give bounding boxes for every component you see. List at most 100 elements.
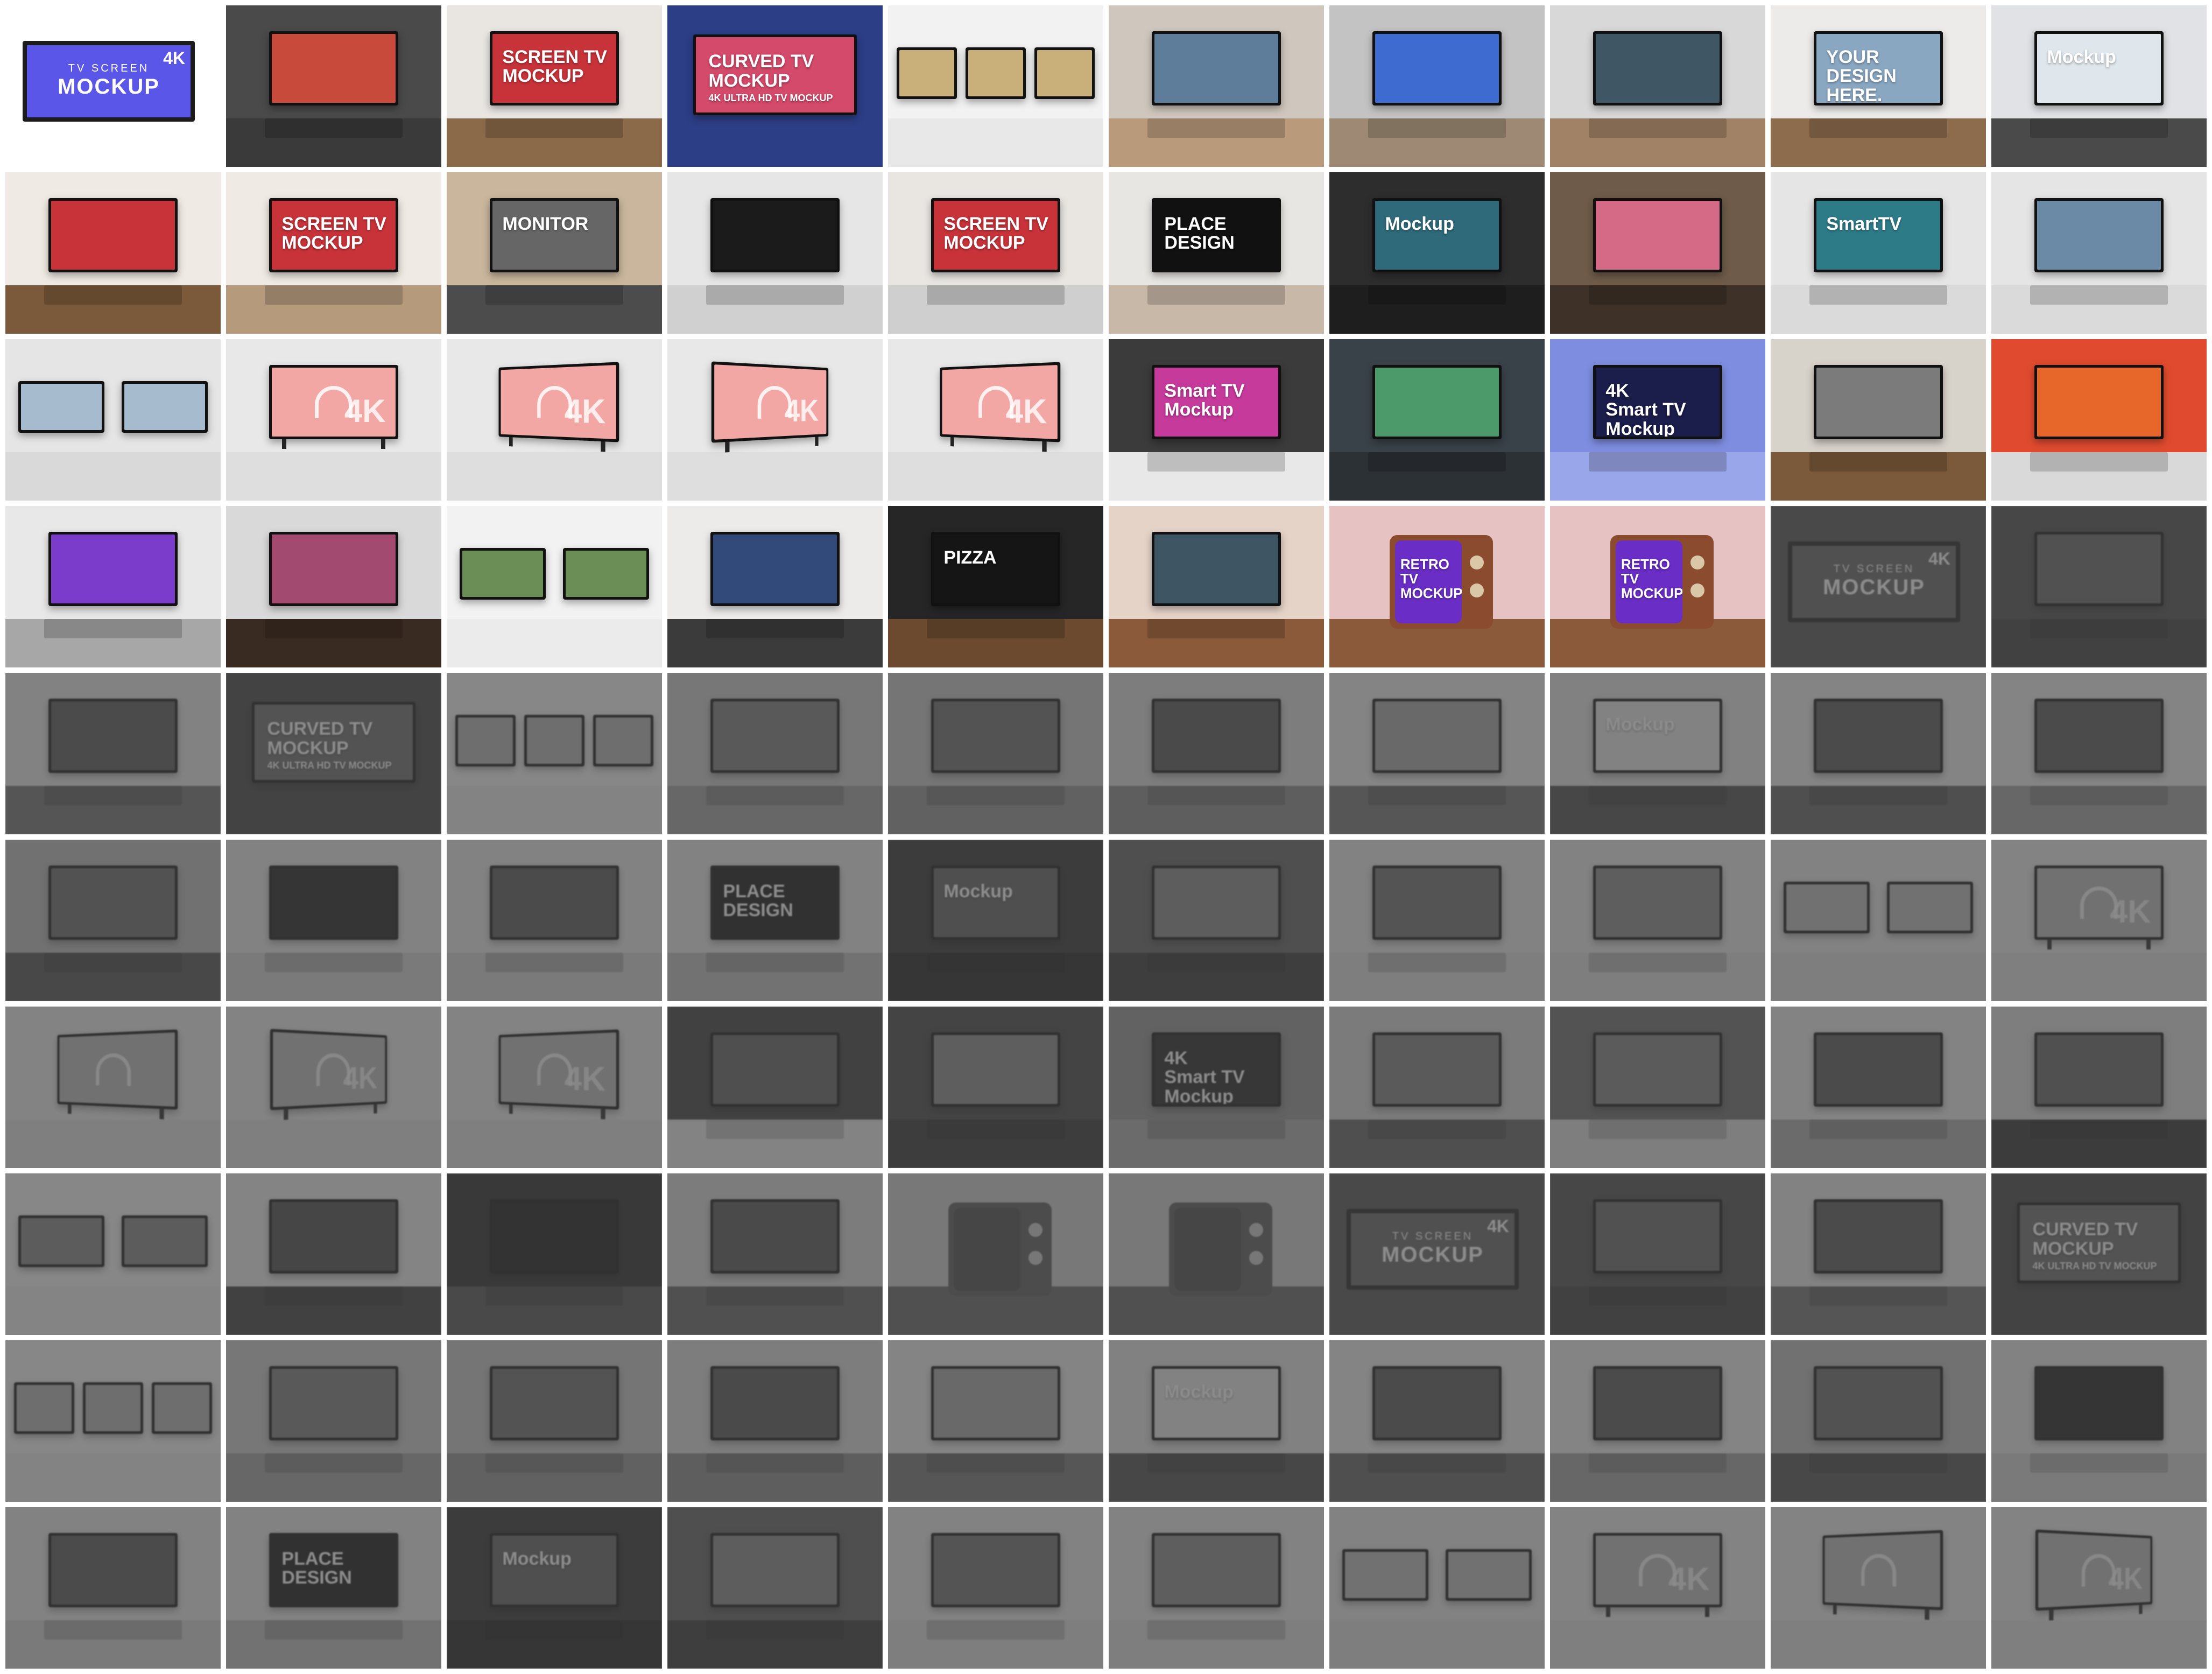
mockup-thumbnail[interactable] (667, 1007, 883, 1168)
mockup-thumbnail[interactable]: 4K (667, 339, 883, 501)
mockup-thumbnail[interactable]: CURVED TV MOCKUP4K ULTRA HD TV MOCKUP (1991, 1173, 2207, 1335)
mockup-thumbnail[interactable] (1991, 506, 2207, 667)
mockup-thumbnail[interactable] (1329, 5, 1545, 167)
mockup-thumbnail[interactable] (1329, 1507, 1545, 1669)
mockup-thumbnail[interactable] (1771, 339, 1986, 501)
mockup-thumbnail[interactable]: 4K (888, 339, 1103, 501)
mockup-thumbnail[interactable] (1550, 1173, 1765, 1335)
mockup-thumbnail[interactable] (5, 1507, 221, 1669)
mockup-thumbnail[interactable]: SCREEN TV MOCKUP (888, 172, 1103, 334)
mockup-thumbnail[interactable] (1991, 172, 2207, 334)
mockup-thumbnail[interactable] (1550, 172, 1765, 334)
mockup-thumbnail[interactable]: CURVED TV MOCKUP4K ULTRA HD TV MOCKUP (667, 5, 883, 167)
mockup-thumbnail[interactable] (1109, 840, 1324, 1001)
mockup-thumbnail[interactable] (888, 1007, 1103, 1168)
mockup-thumbnail[interactable]: RETRO TV MOCKUP (1329, 506, 1545, 667)
mockup-thumbnail[interactable] (5, 506, 221, 667)
mockup-thumbnail[interactable]: SCREEN TV MOCKUP (447, 5, 662, 167)
mockup-thumbnail[interactable] (226, 840, 441, 1001)
mockup-thumbnail[interactable] (5, 1007, 221, 1168)
mockup-thumbnail[interactable] (888, 1173, 1103, 1335)
mockup-thumbnail[interactable] (888, 1507, 1103, 1669)
mockup-thumbnail[interactable]: 4K Smart TV Mockup (1550, 339, 1765, 501)
mockup-thumbnail[interactable] (1329, 1340, 1545, 1502)
mockup-thumbnail[interactable] (667, 172, 883, 334)
mockup-thumbnail[interactable]: Mockup (447, 1507, 662, 1669)
mockup-thumbnail[interactable]: 4K (1991, 840, 2207, 1001)
mockup-thumbnail[interactable]: Mockup (888, 840, 1103, 1001)
mockup-thumbnail[interactable] (1991, 1340, 2207, 1502)
mockup-thumbnail[interactable]: PLACE DESIGN (226, 1507, 441, 1669)
mockup-thumbnail[interactable]: 4K (226, 339, 441, 501)
mockup-thumbnail[interactable] (5, 840, 221, 1001)
mockup-thumbnail[interactable] (888, 1340, 1103, 1502)
mockup-thumbnail[interactable]: 4K Smart TV Mockup (1109, 1007, 1324, 1168)
mockup-thumbnail[interactable] (1109, 1507, 1324, 1669)
mockup-thumbnail[interactable] (226, 1173, 441, 1335)
mockup-thumbnail[interactable] (1109, 5, 1324, 167)
mockup-thumbnail[interactable]: Mockup (1109, 1340, 1324, 1502)
mockup-thumbnail[interactable]: SmartTV (1771, 172, 1986, 334)
mockup-thumbnail[interactable] (1109, 1173, 1324, 1335)
mockup-thumbnail[interactable]: MONITOR (447, 172, 662, 334)
mockup-thumbnail[interactable] (667, 1507, 883, 1669)
mockup-thumbnail[interactable] (888, 5, 1103, 167)
mockup-thumbnail[interactable] (226, 1340, 441, 1502)
mockup-thumbnail[interactable] (1550, 1340, 1765, 1502)
mockup-thumbnail[interactable] (1991, 1007, 2207, 1168)
mockup-thumbnail[interactable] (447, 1340, 662, 1502)
mockup-thumbnail[interactable] (1771, 1340, 1986, 1502)
mockup-thumbnail[interactable]: 4K (447, 339, 662, 501)
mockup-thumbnail[interactable] (1991, 673, 2207, 834)
mockup-thumbnail[interactable] (5, 1340, 221, 1502)
mockup-thumbnail[interactable] (888, 673, 1103, 834)
mockup-thumbnail[interactable] (226, 506, 441, 667)
mockup-thumbnail[interactable] (1771, 840, 1986, 1001)
mockup-thumbnail[interactable] (667, 506, 883, 667)
mockup-thumbnail[interactable] (1771, 673, 1986, 834)
mockup-thumbnail[interactable]: Mockup (1329, 172, 1545, 334)
mockup-thumbnail[interactable]: CURVED TV MOCKUP4K ULTRA HD TV MOCKUP (226, 673, 441, 834)
mockup-thumbnail[interactable] (667, 673, 883, 834)
mockup-thumbnail[interactable] (447, 506, 662, 667)
mockup-thumbnail[interactable] (1550, 1007, 1765, 1168)
mockup-thumbnail[interactable] (1329, 339, 1545, 501)
mockup-thumbnail[interactable]: YOUR DESIGN HERE. (1771, 5, 1986, 167)
mockup-thumbnail[interactable] (667, 1173, 883, 1335)
mockup-thumbnail[interactable]: 4KTV SCREENMOCKUP (1329, 1173, 1545, 1335)
mockup-thumbnail[interactable] (1109, 506, 1324, 667)
mockup-thumbnail[interactable]: PLACE DESIGN (1109, 172, 1324, 334)
mockup-thumbnail[interactable] (447, 673, 662, 834)
mockup-thumbnail[interactable] (667, 1340, 883, 1502)
mockup-thumbnail[interactable] (226, 5, 441, 167)
mockup-thumbnail[interactable] (1771, 1007, 1986, 1168)
mockup-thumbnail[interactable]: Mockup (1550, 673, 1765, 834)
mockup-thumbnail[interactable]: RETRO TV MOCKUP (1550, 506, 1765, 667)
mockup-thumbnail[interactable] (1771, 1173, 1986, 1335)
mockup-thumbnail[interactable]: 4K (447, 1007, 662, 1168)
mockup-thumbnail[interactable] (1550, 840, 1765, 1001)
mockup-thumbnail[interactable] (5, 172, 221, 334)
mockup-thumbnail[interactable] (1329, 673, 1545, 834)
mockup-thumbnail[interactable]: PLACE DESIGN (667, 840, 883, 1001)
mockup-thumbnail[interactable] (5, 1173, 221, 1335)
mockup-thumbnail[interactable]: 4KTV SCREENMOCKUP (5, 5, 221, 167)
mockup-thumbnail[interactable] (447, 1173, 662, 1335)
mockup-thumbnail[interactable]: PIZZA (888, 506, 1103, 667)
mockup-thumbnail[interactable] (5, 339, 221, 501)
mockup-thumbnail[interactable] (1991, 339, 2207, 501)
mockup-thumbnail[interactable] (447, 840, 662, 1001)
mockup-thumbnail[interactable]: 4KTV SCREENMOCKUP (1771, 506, 1986, 667)
mockup-thumbnail[interactable] (1771, 1507, 1986, 1669)
mockup-thumbnail[interactable]: Smart TV Mockup (1109, 339, 1324, 501)
mockup-thumbnail[interactable] (5, 673, 221, 834)
mockup-thumbnail[interactable]: 4K (1991, 1507, 2207, 1669)
mockup-thumbnail[interactable] (1109, 673, 1324, 834)
mockup-thumbnail[interactable] (1329, 1007, 1545, 1168)
mockup-thumbnail[interactable]: Mockup (1991, 5, 2207, 167)
mockup-thumbnail[interactable] (1550, 5, 1765, 167)
mockup-thumbnail[interactable]: 4K (1550, 1507, 1765, 1669)
mockup-thumbnail[interactable]: 4K (226, 1007, 441, 1168)
mockup-thumbnail[interactable] (1329, 840, 1545, 1001)
mockup-thumbnail[interactable]: SCREEN TV MOCKUP (226, 172, 441, 334)
